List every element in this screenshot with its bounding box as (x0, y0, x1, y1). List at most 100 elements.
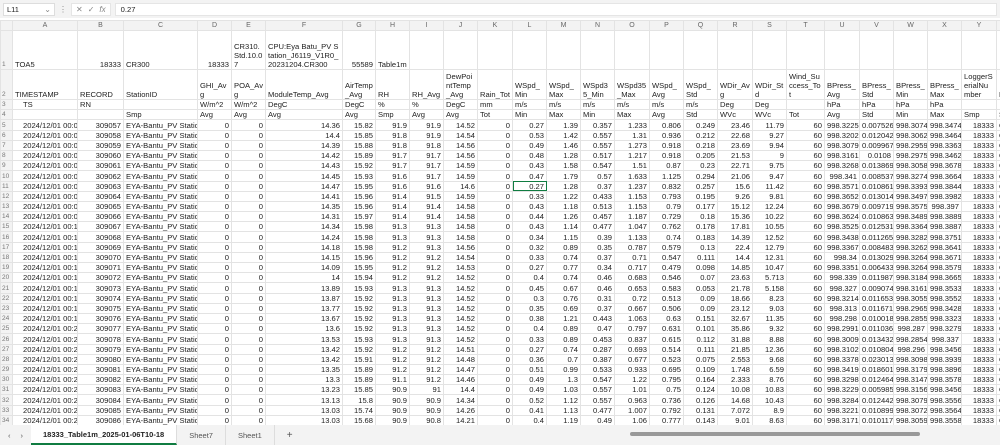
cell-P17[interactable]: 0.579 (649, 241, 684, 253)
cell-H31[interactable]: 90.9 (375, 384, 410, 396)
cell-U26[interactable]: 998.3009 (824, 333, 860, 345)
cell-F14[interactable]: 14.31 (265, 211, 343, 223)
cell-Q10[interactable]: 0.294 (683, 170, 718, 182)
cell-R10[interactable]: 21.06 (717, 170, 753, 182)
cell-M14[interactable]: 1.26 (546, 211, 581, 223)
row-header[interactable]: 6 (0, 129, 13, 141)
cell-A4[interactable] (12, 109, 78, 121)
cell-E33[interactable]: 0 (231, 404, 266, 416)
cell-U34[interactable]: 998.3171 (824, 414, 860, 427)
cell-X19[interactable]: 998.3579 (927, 261, 962, 274)
cell-O11[interactable]: 1.237 (614, 180, 650, 192)
cell-J31[interactable]: 14.4 (443, 384, 478, 396)
cell-B15[interactable]: 309067 (77, 221, 124, 233)
cell-J1[interactable] (443, 30, 478, 70)
cell-Z27[interactable]: C (996, 343, 1000, 355)
cell-K3[interactable]: mm (477, 98, 513, 111)
cell-K34[interactable]: 0 (477, 414, 513, 427)
cell-K11[interactable]: 0 (477, 180, 513, 192)
cell-G22[interactable]: 15.92 (342, 292, 376, 304)
cell-U9[interactable]: 998.3268 (824, 160, 860, 172)
cell-B5[interactable]: 309057 (77, 119, 124, 131)
cell-V20[interactable]: 0.011987 (859, 272, 894, 284)
cell-X28[interactable]: 998.3939 (927, 353, 962, 365)
cell-P4[interactable]: Avg (649, 109, 684, 121)
cell-O3[interactable]: m/s (614, 98, 650, 111)
cell-C3[interactable] (123, 98, 198, 111)
cell-R18[interactable]: 14.4 (717, 251, 753, 264)
cell-H15[interactable]: 91.3 (375, 221, 410, 233)
cell-E29[interactable]: 0 (231, 363, 266, 376)
cell-S9[interactable]: 9.75 (752, 160, 787, 172)
cell-L30[interactable]: 0.49 (512, 374, 547, 386)
cell-V21[interactable]: 0.009074 (859, 282, 894, 294)
cell-T2[interactable]: Wind_Success_Tot (786, 69, 825, 100)
cell-M19[interactable]: 0.77 (546, 261, 581, 274)
cell-S20[interactable]: 5.713 (752, 272, 787, 284)
column-header-T[interactable]: T (786, 20, 825, 31)
cell-V4[interactable]: Std (859, 109, 894, 121)
cell-W17[interactable]: 998.3262 (893, 241, 928, 253)
cell-F12[interactable]: 14.41 (265, 190, 343, 202)
cell-J26[interactable]: 14.52 (443, 333, 478, 345)
cell-F1[interactable]: CPU:Eya Batu_PV Station_J6119_V1R0_20231… (265, 30, 343, 70)
cell-Z33[interactable]: C (996, 404, 1000, 416)
cell-L15[interactable]: 0.43 (512, 221, 547, 233)
cell-Z25[interactable]: C (996, 323, 1000, 335)
cell-B25[interactable]: 309077 (77, 323, 124, 335)
cell-W16[interactable]: 998.3282 (893, 231, 928, 243)
cell-S17[interactable]: 12.79 (752, 241, 787, 253)
cell-R9[interactable]: 22.71 (717, 160, 753, 172)
cell-T9[interactable]: 60 (786, 160, 825, 172)
cell-K25[interactable]: 0 (477, 323, 513, 335)
cell-Z22[interactable]: C (996, 292, 1000, 304)
cell-F16[interactable]: 14.24 (265, 231, 343, 243)
cell-F18[interactable]: 14.15 (265, 251, 343, 264)
cell-C33[interactable]: EYA-Bantu_PV Station_ (123, 404, 198, 416)
tab-table1m[interactable]: 18333_Table1m_2025-01-06T10-18 (31, 425, 178, 445)
cell-J4[interactable]: Avg (443, 109, 478, 121)
cell-I33[interactable]: 90.9 (409, 404, 444, 416)
cell-I25[interactable]: 91.3 (409, 323, 444, 335)
cell-R23[interactable]: 23.12 (717, 302, 753, 314)
cell-N20[interactable]: 0.46 (580, 272, 615, 284)
cell-E34[interactable]: 0 (231, 414, 266, 427)
cell-F33[interactable]: 13.03 (265, 404, 343, 416)
cell-Q2[interactable]: WSpd_Std (683, 69, 718, 100)
cell-G21[interactable]: 15.93 (342, 282, 376, 294)
cell-T27[interactable]: 60 (786, 343, 825, 355)
cell-V27[interactable]: 0.010804 (859, 343, 894, 355)
cell-R22[interactable]: 18.66 (717, 292, 753, 304)
cell-Z30[interactable]: C (996, 374, 1000, 386)
cell-P28[interactable]: 0.523 (649, 353, 684, 365)
cell-X8[interactable]: 998.3462 (927, 149, 962, 162)
cell-X9[interactable]: 998.3678 (927, 160, 962, 172)
cell-H20[interactable]: 91.2 (375, 272, 410, 284)
cell-G12[interactable]: 15.96 (342, 190, 376, 202)
cell-P13[interactable]: 0.79 (649, 200, 684, 213)
cell-P3[interactable]: m/s (649, 98, 684, 111)
cell-Z24[interactable]: C (996, 312, 1000, 325)
cell-N18[interactable]: 0.37 (580, 251, 615, 264)
cell-E24[interactable]: 0 (231, 312, 266, 325)
cell-C34[interactable]: EYA-Bantu_PV Station_ (123, 414, 198, 427)
cell-K7[interactable]: 0 (477, 139, 513, 151)
cell-I24[interactable]: 91.3 (409, 312, 444, 325)
cell-K26[interactable]: 0 (477, 333, 513, 345)
column-header-O[interactable]: O (614, 20, 650, 31)
cell-D29[interactable]: 0 (197, 363, 232, 376)
cell-O12[interactable]: 1.153 (614, 190, 650, 202)
cell-Q12[interactable]: 0.195 (683, 190, 718, 202)
cell-U30[interactable]: 998.3298 (824, 374, 860, 386)
cell-P20[interactable]: 0.546 (649, 272, 684, 284)
cell-G9[interactable]: 15.92 (342, 160, 376, 172)
cell-V9[interactable]: 0.013869 (859, 160, 894, 172)
cell-N8[interactable]: 0.517 (580, 149, 615, 162)
cell-M18[interactable]: 0.74 (546, 251, 581, 264)
cell-K33[interactable]: 0 (477, 404, 513, 416)
cell-M10[interactable]: 1.79 (546, 170, 581, 182)
cell-N29[interactable]: 0.533 (580, 363, 615, 376)
cell-P11[interactable]: 0.832 (649, 180, 684, 192)
cell-C22[interactable]: EYA-Bantu_PV Station_ (123, 292, 198, 304)
cell-L16[interactable]: 0.34 (512, 231, 547, 243)
